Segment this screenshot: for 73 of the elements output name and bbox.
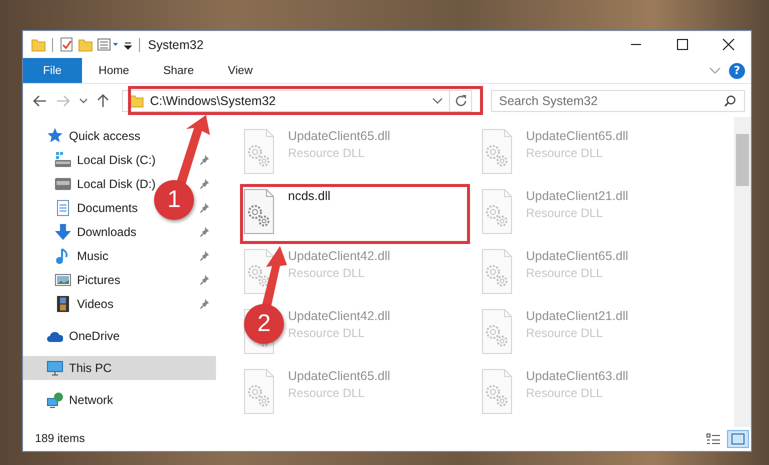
properties-icon[interactable] <box>97 37 119 52</box>
details-view-icon <box>706 432 722 446</box>
pin-icon[interactable] <box>198 226 210 238</box>
pin-icon[interactable] <box>198 202 210 214</box>
file-type: Resource DLL <box>526 326 604 340</box>
address-bar[interactable]: C:\Windows\System32 <box>122 90 472 112</box>
folder-icon[interactable] <box>31 37 46 52</box>
ribbon-tab[interactable]: Home <box>82 58 146 83</box>
sidebar-item[interactable]: Local Disk (D:) <box>55 176 156 192</box>
back-arrow-icon[interactable] <box>33 94 47 106</box>
scrollbar[interactable] <box>734 117 751 427</box>
address-path: C:\Windows\System32 <box>150 94 277 108</box>
file-item[interactable]: ncds.dll <box>240 184 470 244</box>
monitor-icon <box>47 360 63 376</box>
annotation-arrow <box>262 246 287 307</box>
help-button[interactable]: ? <box>729 62 745 78</box>
folder-icon[interactable] <box>78 37 93 52</box>
pin-icon[interactable] <box>198 298 210 310</box>
file-name: UpdateClient21.dll <box>526 189 628 203</box>
file-type: Resource DLL <box>526 386 604 400</box>
up-arrow-icon[interactable] <box>97 94 109 108</box>
sidebar-item[interactable]: Local Disk (C:) <box>55 152 156 168</box>
chevron-down-icon[interactable] <box>432 98 443 104</box>
file-name: ncds.dll <box>288 189 330 203</box>
sidebar-item[interactable]: OneDrive <box>47 328 120 344</box>
drive-icon <box>55 152 71 168</box>
pin-icon[interactable] <box>198 250 210 262</box>
search-field[interactable]: Search System32 <box>491 90 745 112</box>
file-type: Resource DLL <box>288 326 366 340</box>
checklist-icon[interactable] <box>59 37 74 52</box>
file-type: Resource DLL <box>526 206 604 220</box>
file-name: UpdateClient21.dll <box>526 309 628 323</box>
sidebar-item[interactable]: Videos <box>55 296 114 312</box>
file-type: Resource DLL <box>526 266 604 280</box>
file-name: UpdateClient65.dll <box>288 129 390 143</box>
file-name: UpdateClient63.dll <box>526 369 628 383</box>
folder-icon <box>129 93 144 108</box>
file-name: UpdateClient42.dll <box>288 309 390 323</box>
sidebar-item[interactable]: Downloads <box>55 224 136 240</box>
drive-icon <box>55 176 71 192</box>
star-icon <box>47 128 63 144</box>
network-icon <box>47 392 63 408</box>
file-name: UpdateClient65.dll <box>526 129 628 143</box>
selection-highlight[interactable]: This PC <box>23 356 216 380</box>
pin-icon[interactable] <box>198 154 210 166</box>
large-icons-view-icon <box>730 432 746 446</box>
file-type: Resource DLL <box>288 386 366 400</box>
file-name: UpdateClient65.dll <box>526 249 628 263</box>
refresh-icon[interactable] <box>454 94 468 108</box>
item-count: 189 items <box>35 433 86 445</box>
file-type: Resource DLL <box>526 146 604 160</box>
document-icon <box>55 200 71 216</box>
sidebar-item[interactable]: Music <box>55 248 108 264</box>
sidebar-item[interactable]: Quick access <box>47 128 140 144</box>
download-arrow-icon <box>55 224 71 240</box>
ribbon-tab[interactable]: Share <box>146 58 211 83</box>
sidebar-item[interactable]: Pictures <box>55 272 120 288</box>
file-tab[interactable]: File <box>23 58 82 83</box>
file-name: UpdateClient65.dll <box>288 369 390 383</box>
file-type: Resource DLL <box>288 146 366 160</box>
sidebar-item[interactable]: Documents <box>55 200 138 216</box>
window-title: System32 <box>148 38 205 52</box>
sidebar-item[interactable]: This PC <box>47 360 112 376</box>
film-icon <box>55 296 71 312</box>
picture-icon <box>55 272 71 288</box>
chevron-down-icon[interactable] <box>79 98 88 104</box>
pin-icon[interactable] <box>198 178 210 190</box>
pin-icon[interactable] <box>198 274 210 286</box>
sidebar-item[interactable]: Network <box>47 392 114 408</box>
search-icon[interactable] <box>724 94 736 106</box>
file-type: Resource DLL <box>288 266 366 280</box>
file-name: UpdateClient42.dll <box>288 249 390 263</box>
ribbon-tab[interactable]: View <box>210 58 270 83</box>
